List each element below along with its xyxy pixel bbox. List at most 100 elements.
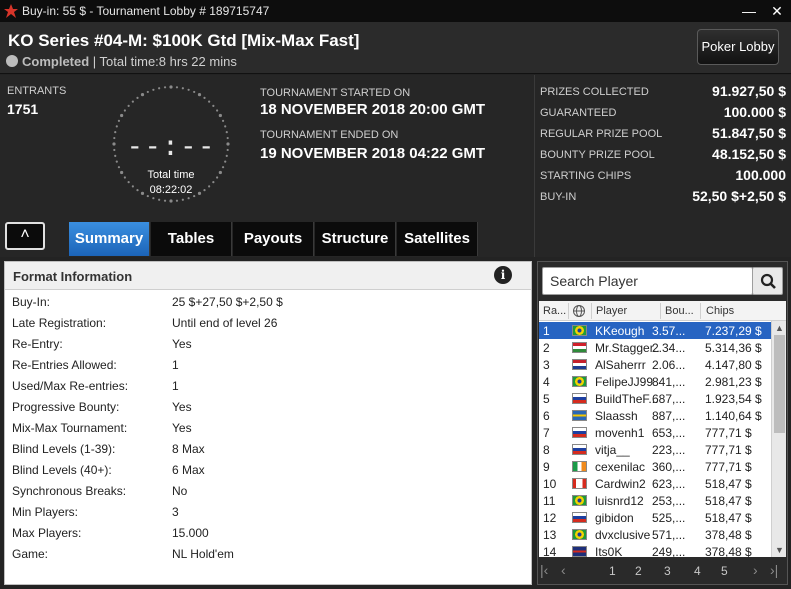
tab-summary[interactable]: Summary [69, 222, 150, 256]
info-icon[interactable]: i [494, 266, 512, 284]
player-rank: 5 [543, 392, 550, 406]
page-link[interactable]: 4 [694, 564, 701, 578]
close-button[interactable]: ✕ [768, 2, 786, 20]
player-bounty: 2.06... [652, 358, 686, 372]
next-page-icon[interactable]: › [753, 562, 758, 578]
players-scrollbar[interactable]: ▲ ▼ [771, 321, 786, 557]
tab-structure[interactable]: Structure [315, 222, 396, 256]
format-row: Game: NL Hold'em [12, 544, 522, 564]
minimize-button[interactable]: — [740, 2, 758, 20]
format-row: Blind Levels (1-39): 8 Max [12, 439, 522, 459]
player-name: KKeough [595, 324, 645, 338]
clock-tick [146, 90, 149, 94]
clock-tick [175, 86, 179, 89]
clock-tick [193, 90, 196, 94]
format-key: Game: [12, 547, 49, 561]
player-bounty: 2.34... [652, 341, 686, 355]
player-row[interactable]: 9 cexenilac 360,... 777,71 $ [539, 458, 771, 475]
tournament-clock: --:-- Total time 08:22:02 [110, 83, 232, 205]
collapse-button[interactable]: ˄ [5, 222, 45, 250]
player-bounty: 223,... [652, 443, 686, 457]
last-page-icon[interactable]: ›| [770, 562, 778, 578]
player-bounty: 653,... [652, 426, 686, 440]
player-rank: 11 [543, 494, 556, 508]
clock-tick [123, 109, 126, 112]
header: KO Series #04-M: $100K Gtd [Mix-Max Fast… [0, 22, 791, 74]
column-bounty[interactable]: Bou... [665, 305, 694, 317]
format-key: Re-Entries Allowed: [12, 358, 117, 372]
globe-icon[interactable] [572, 304, 586, 318]
tab-tables[interactable]: Tables [151, 222, 232, 256]
format-value: 15.000 [172, 526, 209, 540]
search-player-input[interactable]: Search Player [542, 267, 753, 295]
player-row[interactable]: 12 gibidon 525,... 518,47 $ [539, 509, 771, 526]
format-row: Buy-In: 25 $+27,50 $+2,50 $ [12, 292, 522, 312]
ended-label: TOURNAMENT ENDED ON [260, 129, 399, 141]
player-row[interactable]: 8 vitja__ 223,... 777,71 $ [539, 441, 771, 458]
clock-tick [175, 199, 179, 202]
first-page-icon[interactable]: |‹ [540, 562, 548, 578]
player-bounty: 253,... [652, 494, 686, 508]
page-link[interactable]: 1 [609, 564, 616, 578]
format-row: Mix-Max Tournament: Yes [12, 418, 522, 438]
format-key: Min Players: [12, 505, 79, 519]
scroll-up-icon[interactable]: ▲ [772, 321, 786, 335]
format-key: Blind Levels (1-39): [12, 442, 116, 456]
player-row[interactable]: 3 AlSaherrr 2.06... 4.147,80 $ [539, 356, 771, 373]
format-key: Buy-In: [12, 295, 51, 309]
player-row[interactable]: 1 KKeough 3.57... 7.237,29 $ [539, 322, 771, 339]
column-separator [591, 303, 592, 319]
player-row[interactable]: 7 movenh1 653,... 777,71 $ [539, 424, 771, 441]
player-bounty: 887,... [652, 409, 686, 423]
player-row[interactable]: 13 dvxclusive 571,... 378,48 $ [539, 526, 771, 543]
clock-tick [127, 181, 130, 184]
tab-payouts[interactable]: Payouts [233, 222, 314, 256]
clock-tick [169, 199, 173, 203]
player-chips: 378,48 $ [705, 528, 752, 542]
page-link[interactable]: 5 [721, 564, 728, 578]
player-name: vitja__ [595, 443, 630, 457]
prize-value: 51.847,50 $ [712, 125, 786, 141]
player-row[interactable]: 10 Cardwin2 623,... 518,47 $ [539, 475, 771, 492]
format-row: Re-Entry: Yes [12, 334, 522, 354]
page-link[interactable]: 3 [664, 564, 671, 578]
player-row[interactable]: 14 Its0K 249,... 378,48 $ [539, 543, 771, 557]
column-player[interactable]: Player [596, 305, 627, 317]
page-link[interactable]: 2 [635, 564, 642, 578]
column-chips[interactable]: Chips [706, 305, 734, 317]
poker-lobby-button[interactable]: Poker Lobby [697, 29, 779, 65]
tab-satellites[interactable]: Satellites [397, 222, 478, 256]
format-value: NL Hold'em [172, 547, 234, 561]
prize-row: REGULAR PRIZE POOL 51.847,50 $ [540, 125, 786, 143]
player-row[interactable]: 2 Mr.Stagger.. 2.34... 5.314,36 $ [539, 339, 771, 356]
clock-tick [187, 197, 190, 200]
started-label: TOURNAMENT STARTED ON [260, 87, 411, 99]
canada-flag-icon [572, 478, 587, 489]
scroll-thumb[interactable] [774, 335, 785, 433]
format-row: Min Players: 3 [12, 502, 522, 522]
player-row[interactable]: 11 luisnrd12 253,... 518,47 $ [539, 492, 771, 509]
clock-tick [221, 166, 225, 169]
player-row[interactable]: 6 Slaassh 887,... 1.140,64 $ [539, 407, 771, 424]
player-row[interactable]: 5 BuildTheF... 687,... 1.923,54 $ [539, 390, 771, 407]
player-row[interactable]: 4 FelipeJJ99 841,... 2.981,23 $ [539, 373, 771, 390]
search-button[interactable] [752, 267, 783, 295]
player-rank: 10 [543, 477, 557, 491]
clock-tick [203, 96, 206, 99]
prize-row: BOUNTY PRIZE POOL 48.152,50 $ [540, 146, 786, 164]
prev-page-icon[interactable]: ‹ [561, 562, 566, 578]
column-separator [568, 303, 569, 319]
event-title: KO Series #04-M: $100K Gtd [Mix-Max Fast… [8, 31, 360, 50]
player-rank: 13 [543, 528, 557, 542]
brazil-flag-icon [572, 325, 587, 336]
format-value: 3 [172, 505, 179, 519]
prize-value: 52,50 $+2,50 $ [692, 188, 786, 204]
format-key: Blind Levels (40+): [12, 463, 112, 477]
player-name: Its0K [595, 545, 623, 557]
clock-tick [163, 86, 167, 89]
scroll-down-icon[interactable]: ▼ [772, 543, 786, 557]
clock-tick [152, 197, 155, 200]
player-chips: 1.140,64 $ [705, 409, 762, 423]
column-rank[interactable]: Ra... [543, 305, 566, 317]
column-separator [700, 303, 701, 319]
